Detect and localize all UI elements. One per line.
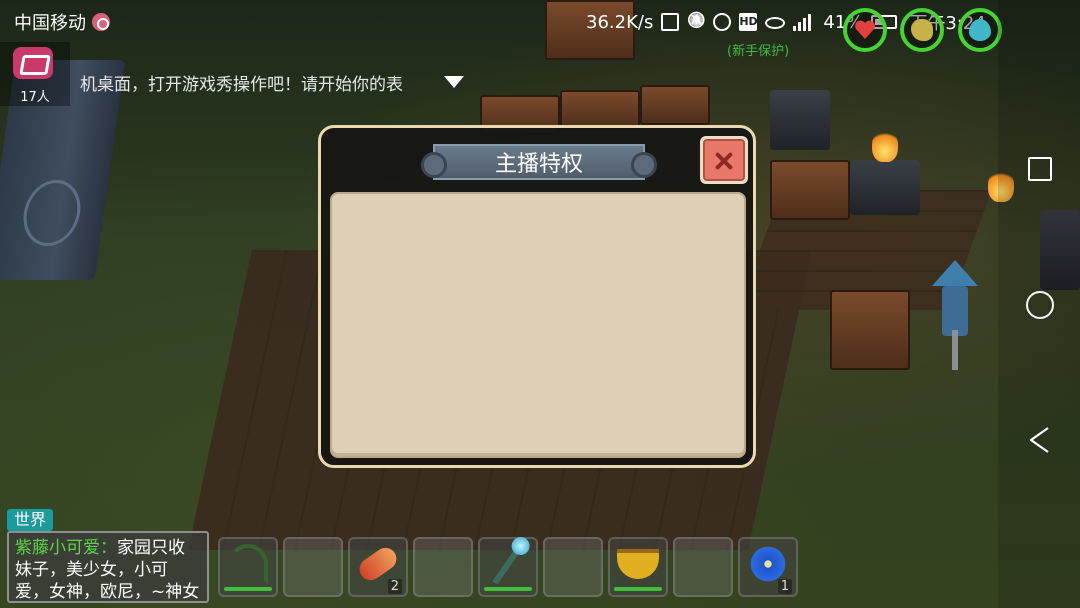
close-icon[interactable]: [703, 139, 745, 181]
eye-icon: [765, 17, 786, 29]
chevron-down-icon[interactable]: [444, 76, 464, 88]
magic-wand-icon: [492, 543, 524, 585]
chat-sender[interactable]: 紫藤小可爱: [15, 538, 100, 558]
chat-separator: ：: [100, 538, 117, 558]
live-marquee: 机桌面，打开游戏秀操作吧！请开始你的表: [80, 75, 403, 95]
fishing-rod-icon: [228, 544, 268, 585]
streamer-privilege-dialog: 主播特权: [318, 125, 756, 468]
cast-icon: [661, 13, 680, 31]
network-speed: 36.2K/s: [586, 11, 654, 33]
hotbar-slot-9[interactable]: 1: [738, 537, 798, 597]
home-button[interactable]: [1026, 291, 1054, 319]
close-button[interactable]: [700, 136, 748, 184]
carrier-label: 中国移动: [14, 13, 86, 34]
hotbar: 2 1: [218, 537, 798, 597]
thirst-gauge: [958, 8, 1002, 52]
mute-icon: [687, 13, 705, 31]
hotbar-slot-8[interactable]: [673, 537, 733, 597]
recent-apps-button[interactable]: [1028, 157, 1052, 181]
chat-box[interactable]: 紫藤小可爱：家园只收妹子，美少女，小可爱，女神，欧尼，~神女: [7, 531, 209, 603]
hunger-gauge: [900, 8, 944, 52]
back-button[interactable]: [1028, 426, 1052, 454]
durability-bar: [224, 587, 272, 591]
hotbar-slot-6[interactable]: [543, 537, 603, 597]
durability-bar: [484, 587, 532, 591]
chat-channel-tab[interactable]: 世界: [7, 509, 53, 531]
durability-bar: [614, 587, 662, 591]
hotbar-slot-4[interactable]: [413, 537, 473, 597]
hotbar-slot-5[interactable]: [478, 537, 538, 597]
dialog-title: 主播特权: [494, 152, 583, 177]
heart-icon: [854, 19, 876, 41]
dialog-content-panel: [330, 192, 746, 458]
hotbar-slot-1[interactable]: [218, 537, 278, 597]
stone-furnace: [770, 90, 830, 150]
alarm-icon: [713, 13, 732, 31]
health-gauge: [843, 8, 887, 52]
hd-icon: HD: [739, 13, 758, 31]
campfire-flame: [872, 128, 898, 162]
hotbar-slot-7[interactable]: [608, 537, 668, 597]
workbench: [830, 290, 910, 370]
hotbar-slot-3[interactable]: 2: [348, 537, 408, 597]
food-icon: [911, 19, 933, 41]
item-count: 1: [777, 579, 792, 594]
banana-icon: [617, 549, 659, 580]
hotbar-slot-2[interactable]: [283, 537, 343, 597]
wooden-crate: [640, 85, 710, 125]
wooden-crate: [770, 160, 850, 220]
wooden-crate: [560, 90, 640, 130]
item-count: 2: [387, 579, 402, 594]
newbie-protection-label: (新手保护): [727, 44, 790, 59]
live-stream-icon[interactable]: [13, 47, 53, 79]
carrier-icon: [92, 13, 110, 31]
scarecrow: [920, 260, 990, 370]
viewer-count: 17人: [20, 90, 50, 105]
stone-furnace: [850, 160, 920, 215]
carrier: 中国移动: [14, 9, 110, 35]
water-drop-icon: [969, 19, 991, 41]
live-stream-widget[interactable]: 17人: [0, 42, 70, 106]
dialog-title-banner: 主播特权: [421, 144, 657, 180]
signal-icon: [793, 13, 815, 31]
